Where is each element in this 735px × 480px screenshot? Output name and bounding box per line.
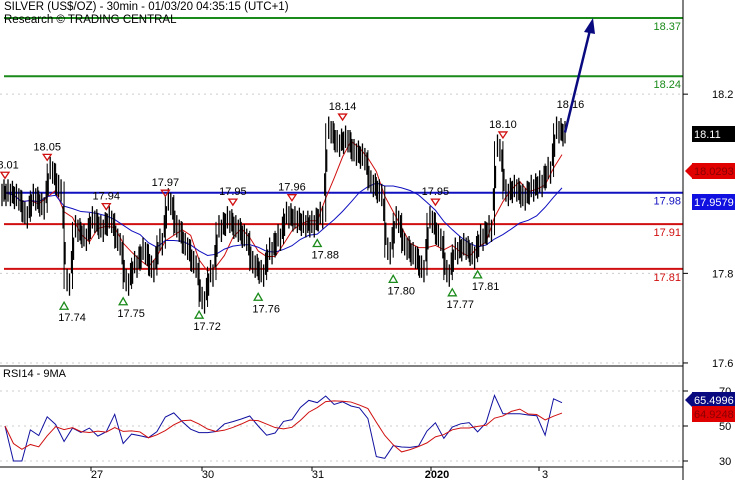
support-triangle-icon: [253, 291, 264, 301]
support-triangle-icon: [447, 287, 458, 297]
pivot-markers: 18.01 18.05 17.94 17.97 17.95 17.96 18.14 17.95…: [0, 18, 595, 333]
low-label: 17.80: [387, 285, 415, 297]
forecast-arrow: [563, 25, 593, 133]
level-label: 18.37: [653, 21, 681, 33]
resistance-triangle-icon: [286, 194, 298, 202]
level-label: 17.98: [653, 196, 681, 208]
last-price-tag: 18.11: [694, 129, 721, 141]
level-label: 17.81: [653, 272, 681, 284]
rsi-ma-tag: 64.9248: [694, 409, 734, 421]
fast-ma-tag-pointer: [685, 163, 693, 179]
high-label: 18.10: [489, 119, 517, 131]
fast-ma-tag: 18.0293: [694, 166, 734, 178]
rsi-label: RSI14 - 9MA: [3, 368, 66, 380]
time-tick-label: 31: [312, 469, 324, 480]
high-label: 17.95: [422, 186, 450, 198]
rsi-panel: 705030: [0, 386, 731, 468]
arrow-head-icon: [584, 18, 595, 34]
price-chart: 18.37 18.24 17.98 17.91 17.81 18.01 18.05 17.9…: [0, 0, 735, 480]
resistance-triangle-icon: [227, 198, 239, 207]
high-label: 17.95: [219, 186, 247, 198]
rsi-value-tag: 65.4996: [694, 395, 734, 407]
time-tick-label: 3: [542, 469, 548, 480]
rsi-tick-label: 30: [719, 456, 731, 468]
level-label: 18.24: [653, 79, 681, 91]
high-label: 18.05: [33, 141, 61, 153]
time-tick-label: 27: [91, 469, 103, 480]
level-label: 17.91: [653, 227, 681, 239]
support-triangle-icon: [193, 309, 205, 319]
support-triangle-icon: [388, 274, 399, 284]
high-label: 17.97: [152, 177, 180, 189]
price-tick-label: 18.2: [712, 89, 733, 101]
support-triangle-icon: [118, 296, 129, 306]
high-label: 17.94: [93, 191, 121, 203]
time-tick-label: 30: [202, 469, 214, 480]
resistance-triangle-icon: [337, 113, 348, 122]
resistance-triangle-icon: [497, 131, 509, 140]
support-triangle-icon: [312, 238, 323, 248]
low-label: 17.72: [193, 321, 221, 333]
high-label: 17.96: [278, 182, 306, 194]
slow-ma-tag: 17.9579: [694, 197, 734, 209]
low-label: 17.74: [58, 312, 86, 324]
rsi-tick-label: 50: [719, 421, 731, 433]
chart-credit: Research © TRADING CENTRAL: [4, 14, 177, 26]
price-tick-label: 17.8: [712, 268, 733, 280]
high-label: 18.14: [329, 101, 357, 113]
low-label: 17.75: [117, 308, 145, 320]
low-label: 17.88: [311, 250, 339, 262]
low-label: 17.76: [252, 303, 280, 315]
resistance-triangle-icon: [0, 171, 11, 180]
resistance-triangle-icon: [430, 198, 441, 207]
low-label: 17.81: [472, 281, 500, 293]
support-triangle-icon: [472, 269, 483, 279]
rsi-line: [4, 393, 563, 462]
rsi-value-tag-pointer: [685, 392, 693, 408]
time-tick-label: 2020: [425, 469, 449, 480]
chart-title: SILVER (US$/OZ) - 30min - 01/03/20 04:35…: [4, 1, 289, 13]
high-label: 18.01: [0, 159, 19, 171]
low-label: 17.77: [447, 299, 475, 311]
support-triangle-icon: [58, 300, 70, 310]
price-tick-label: 17.6: [712, 358, 733, 370]
